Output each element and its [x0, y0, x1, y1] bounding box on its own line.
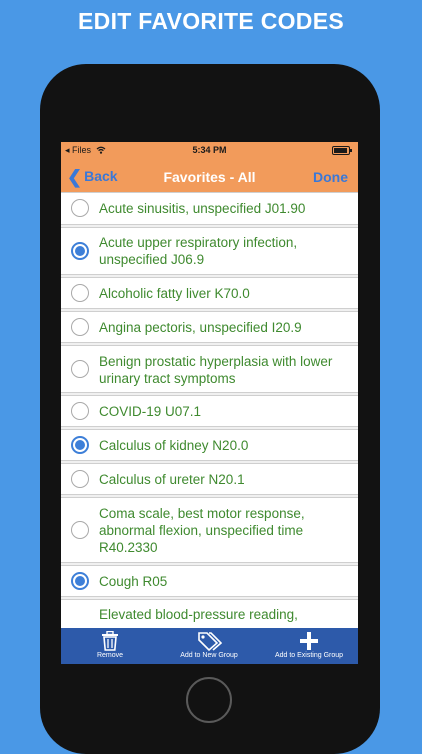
add-to-existing-group-label: Add to Existing Group	[274, 652, 344, 659]
add-to-existing-group-button[interactable]: Add to Existing Group	[265, 628, 353, 664]
plus-icon	[300, 632, 318, 650]
list-item-label: Calculus of ureter N20.1	[99, 472, 245, 487]
list-item-label: Angina pectoris, unspecified I20.9	[99, 320, 302, 335]
list-item[interactable]: Angina pectoris, unspecified I20.9	[61, 311, 358, 343]
radio-button[interactable]	[71, 521, 89, 539]
battery-icon	[332, 146, 352, 155]
list-item[interactable]: Calculus of ureter N20.1	[61, 463, 358, 495]
list-item[interactable]: Coma scale, best motor response, abnorma…	[61, 497, 358, 563]
promo-headline: EDIT FAVORITE CODES	[78, 8, 344, 34]
favorites-list: Acute sinusitis, unspecified J01.90 Acut…	[61, 192, 358, 639]
list-item[interactable]: Cough R05	[61, 565, 358, 597]
home-button[interactable]	[186, 677, 232, 723]
radio-button[interactable]	[71, 470, 89, 488]
radio-button-selected[interactable]	[71, 436, 89, 454]
done-button[interactable]: Done	[313, 169, 348, 185]
list-item[interactable]: Calculus of kidney N20.0	[61, 429, 358, 461]
list-item-label: Alcoholic fatty liver K70.0	[99, 286, 250, 301]
radio-button[interactable]	[71, 360, 89, 378]
add-to-new-group-button[interactable]: Add to New Group	[169, 628, 249, 664]
tags-icon	[198, 632, 222, 651]
navigation-bar: ❮ Back Favorites - All Done	[61, 160, 358, 194]
status-time: 5:34 PM	[192, 145, 227, 155]
remove-button[interactable]: Remove	[85, 628, 135, 664]
trash-icon	[102, 631, 118, 651]
list-item-label: Cough R05	[99, 574, 168, 589]
status-bar: ◂ Files 5:34 PM	[61, 142, 358, 160]
remove-label: Remove	[96, 652, 124, 659]
radio-button[interactable]	[71, 318, 89, 336]
list-item-label: Acute upper respiratory infection, unspe…	[99, 235, 298, 267]
list-item-label: COVID-19 U07.1	[99, 404, 202, 419]
add-to-new-group-label: Add to New Group	[180, 652, 238, 659]
radio-button-selected[interactable]	[71, 572, 89, 590]
list-item[interactable]: COVID-19 U07.1	[61, 395, 358, 427]
radio-button-selected[interactable]	[71, 242, 89, 260]
list-item-label: Coma scale, best motor response, abnorma…	[99, 506, 305, 555]
list-item-label: Acute sinusitis, unspecified J01.90	[99, 201, 306, 216]
list-item-label: Calculus of kidney N20.0	[99, 438, 249, 453]
bottom-toolbar: Remove Add to New Group Add to Existing …	[61, 628, 358, 664]
list-item[interactable]: Alcoholic fatty liver K70.0	[61, 277, 358, 309]
list-item-label: Benign prostatic hyperplasia with lower …	[99, 354, 333, 386]
radio-button[interactable]	[71, 199, 89, 217]
radio-button[interactable]	[71, 284, 89, 302]
list-item[interactable]: Acute sinusitis, unspecified J01.90	[61, 192, 358, 225]
app-screen: ◂ Files 5:34 PM ❮ Back Favorites - All Do…	[61, 142, 358, 664]
list-item[interactable]: Benign prostatic hyperplasia with lower …	[61, 345, 358, 393]
radio-button[interactable]	[71, 402, 89, 420]
list-item[interactable]: Acute upper respiratory infection, unspe…	[61, 227, 358, 275]
list-item-label: Elevated blood-pressure reading,	[99, 607, 298, 622]
